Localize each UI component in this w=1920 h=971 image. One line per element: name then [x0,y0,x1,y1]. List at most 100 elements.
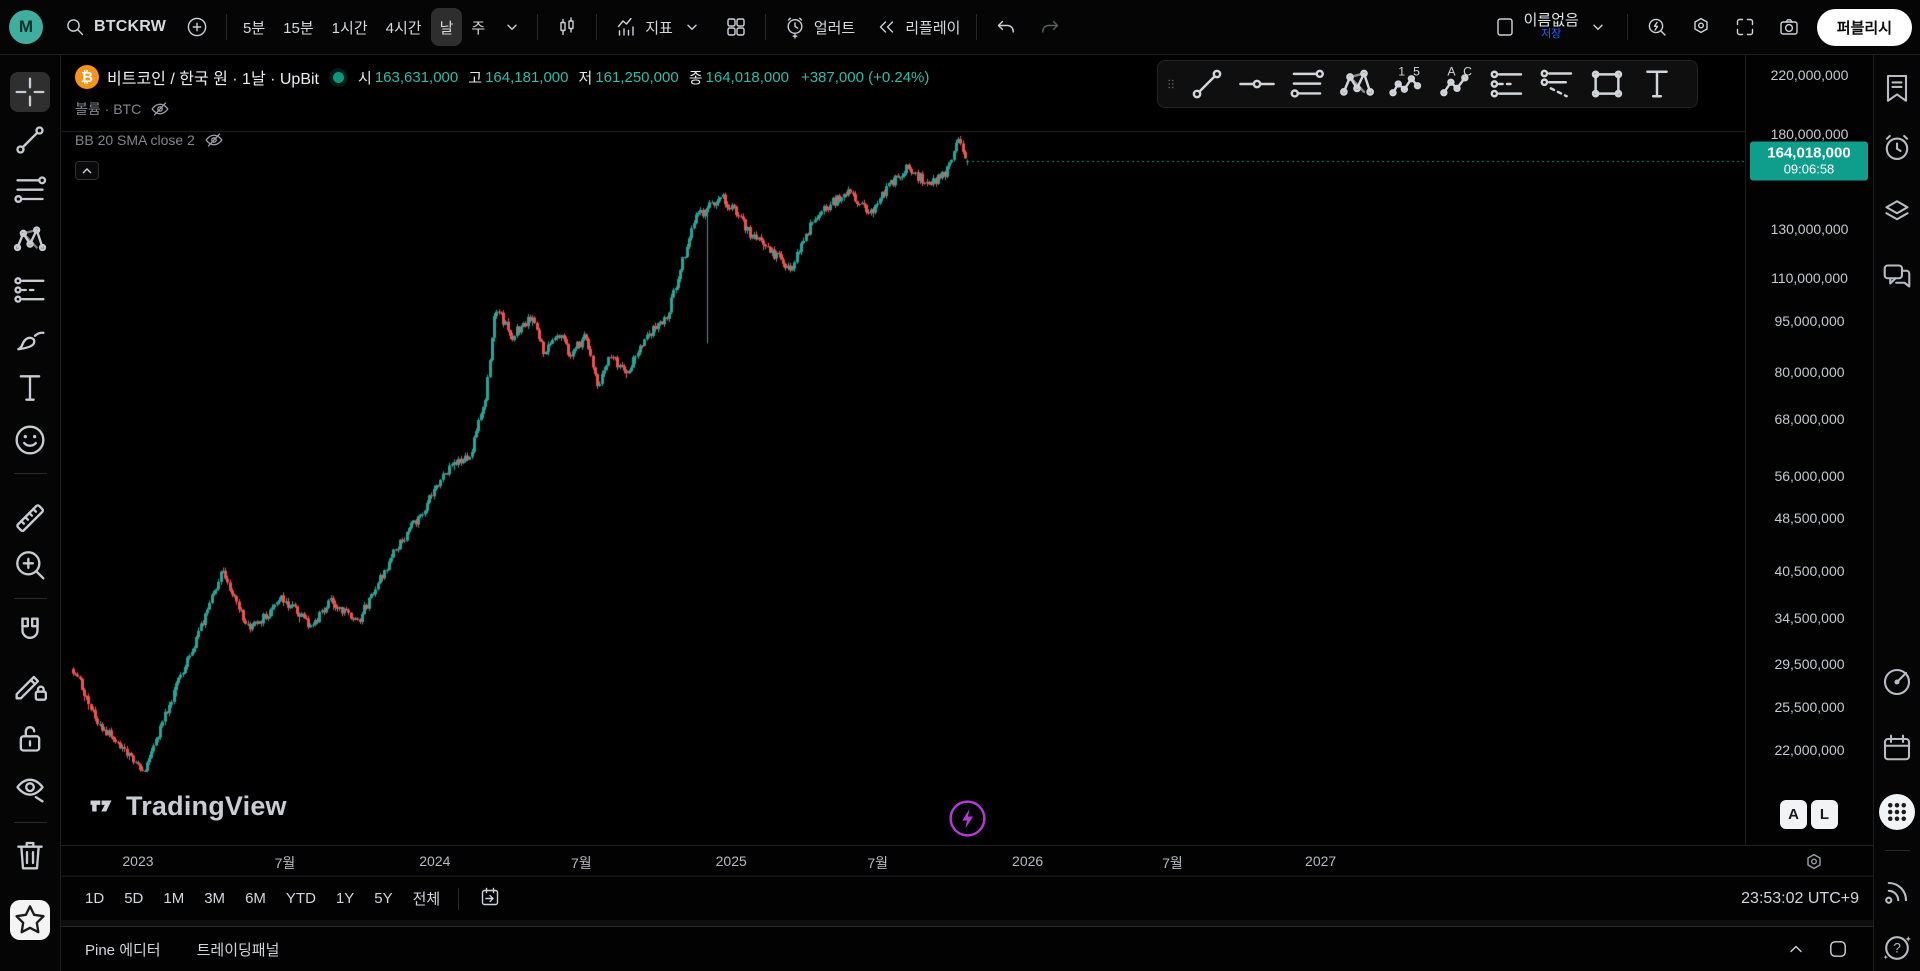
interval-button-주[interactable]: 주 [462,8,494,46]
fullscreen-button[interactable] [1723,8,1767,46]
widget-watchlist-icon[interactable] [1879,70,1915,106]
indicators-button[interactable]: 지표 [604,8,714,46]
tool-fib-retracement-icon[interactable] [10,170,50,210]
clock-timezone[interactable]: 23:53:02 UTC+9 [1741,890,1859,908]
elliott-wave-icon[interactable]: 15 [1386,65,1428,103]
tool-hide-drawings-icon[interactable] [10,768,50,808]
tool-crosshair-icon[interactable] [10,72,50,112]
bitcoin-icon: ₿ [75,65,99,89]
tool-text-tool-icon[interactable] [10,368,50,408]
tool-trend-line-icon[interactable] [10,120,50,160]
range-button-5Y[interactable]: 5Y [364,885,402,912]
range-button-전체[interactable]: 전체 [403,883,451,914]
tool-ruler-icon[interactable] [10,498,50,538]
tool-drawing-lock-icon[interactable] [10,665,50,705]
tradingview-logo-icon [85,790,117,822]
eye-slash-icon[interactable] [203,129,225,151]
trend-line-icon[interactable] [1186,65,1228,103]
symbol-title[interactable]: 비트코인 / 한국 원 · 1날 · UpBit [107,65,319,89]
range-button-YTD[interactable]: YTD [276,885,326,912]
compare-add-button[interactable] [175,8,219,46]
chart-settings-button[interactable] [1679,8,1723,46]
widget-calendar-icon[interactable] [1879,730,1915,766]
boost-lightning-button[interactable] [945,796,990,841]
interval-button-15분[interactable]: 15분 [274,8,323,46]
footer-tab-1[interactable]: 트레이딩패널 [185,933,292,966]
tool-trash-icon[interactable] [10,835,50,875]
redo-button[interactable] [1028,8,1072,46]
floating-drawing-toolbar: 15AC [1157,60,1698,108]
undo-button[interactable] [984,8,1028,46]
interval-button-5분[interactable]: 5분 [234,8,274,46]
layout-select-button[interactable]: 이름없음 저장 [1483,8,1620,46]
widget-chat-icon[interactable] [1879,258,1915,294]
interval-group: 5분15분1시간4시간날주 [234,8,494,46]
ohlc-value: 164,018,000 [706,69,789,86]
tool-zoom-in-icon[interactable] [10,545,50,585]
interval-button-4시간[interactable]: 4시간 [377,8,431,46]
bottom-panel-bar: Pine 에디터 트레이딩패널 [61,926,1873,971]
range-button-3M[interactable]: 3M [194,885,235,912]
tool-emoji-icon[interactable] [10,420,50,460]
tool-lock-icon[interactable] [10,718,50,758]
tool-xabcd-pattern-icon[interactable] [10,220,50,260]
axis-settings-icon[interactable] [1801,850,1827,876]
candlestick-icon [554,14,580,40]
tool-magnet-icon[interactable] [10,612,50,652]
snapshot-button[interactable] [1767,8,1811,46]
time-axis[interactable]: 20237월20247월20257월20267월2027 [61,845,1873,875]
fullscreen-icon [1732,14,1758,40]
tool-long-position-icon[interactable] [10,270,50,310]
widget-help-icon[interactable]: ? [1879,930,1915,966]
interval-button-1시간[interactable]: 1시간 [323,8,377,46]
auto-scale-button[interactable]: A [1780,800,1807,829]
abc-pattern-icon[interactable]: AC [1436,65,1478,103]
layout-grid-button[interactable] [714,8,758,46]
short-position-icon[interactable] [1536,65,1578,103]
separator [765,14,766,40]
alert-button[interactable]: 얼러트 [773,8,864,46]
indicator-icon [613,14,639,40]
save-link[interactable]: 저장 [1541,29,1561,41]
eye-slash-icon[interactable] [149,98,171,120]
widget-layers-icon[interactable] [1879,193,1915,229]
separator [1627,14,1628,40]
legend-main-row[interactable]: ₿ 비트코인 / 한국 원 · 1날 · UpBit 시163,631,000고… [75,62,929,92]
xabcd-pattern-icon[interactable] [1336,65,1378,103]
widget-radar-icon[interactable] [1879,664,1915,700]
interval-menu-button[interactable] [494,8,530,46]
long-position-icon[interactable] [1486,65,1528,103]
log-scale-button[interactable]: L [1811,800,1838,829]
tool-star-icon[interactable] [10,900,50,940]
price-axis[interactable]: 220,000,000180,000,000130,000,000110,000… [1745,55,1873,845]
fib-retracement-icon[interactable] [1286,65,1328,103]
drag-handle-icon[interactable] [1164,71,1178,97]
user-avatar[interactable]: M [9,10,43,44]
tool-brush-icon[interactable] [10,320,50,360]
range-button-1M[interactable]: 1M [153,885,194,912]
market-status-dot[interactable] [333,72,344,83]
text-tool-icon[interactable] [1636,65,1678,103]
widget-apps-grid-icon[interactable] [1879,794,1915,830]
horizontal-line-icon[interactable] [1236,65,1278,103]
symbol-search-button[interactable]: BTCKRW [53,8,175,46]
goto-date-button[interactable] [467,879,513,918]
range-button-1Y[interactable]: 1Y [326,885,364,912]
interval-button-날[interactable]: 날 [431,8,463,46]
range-button-1D[interactable]: 1D [75,885,114,912]
publish-button[interactable]: 퍼블리시 [1817,9,1912,46]
indicator-row[interactable]: 볼륨 · BTC [75,95,929,123]
legend-collapse-button[interactable] [75,161,99,180]
rectangle-icon[interactable] [1586,65,1628,103]
range-button-6M[interactable]: 6M [235,885,276,912]
widget-signal-icon[interactable] [1879,874,1915,910]
chart-style-button[interactable] [545,8,589,46]
quick-search-button[interactable] [1635,8,1679,46]
panel-maximize-icon[interactable] [1825,936,1851,962]
range-button-5D[interactable]: 5D [114,885,153,912]
indicator-row[interactable]: BB 20 SMA close 2 [75,126,929,154]
replay-button[interactable]: 리플레이 [864,8,969,46]
footer-tab-0[interactable]: Pine 에디터 [73,933,173,966]
widget-alerts-clock-icon[interactable] [1879,130,1915,166]
panel-collapse-icon[interactable] [1783,936,1809,962]
